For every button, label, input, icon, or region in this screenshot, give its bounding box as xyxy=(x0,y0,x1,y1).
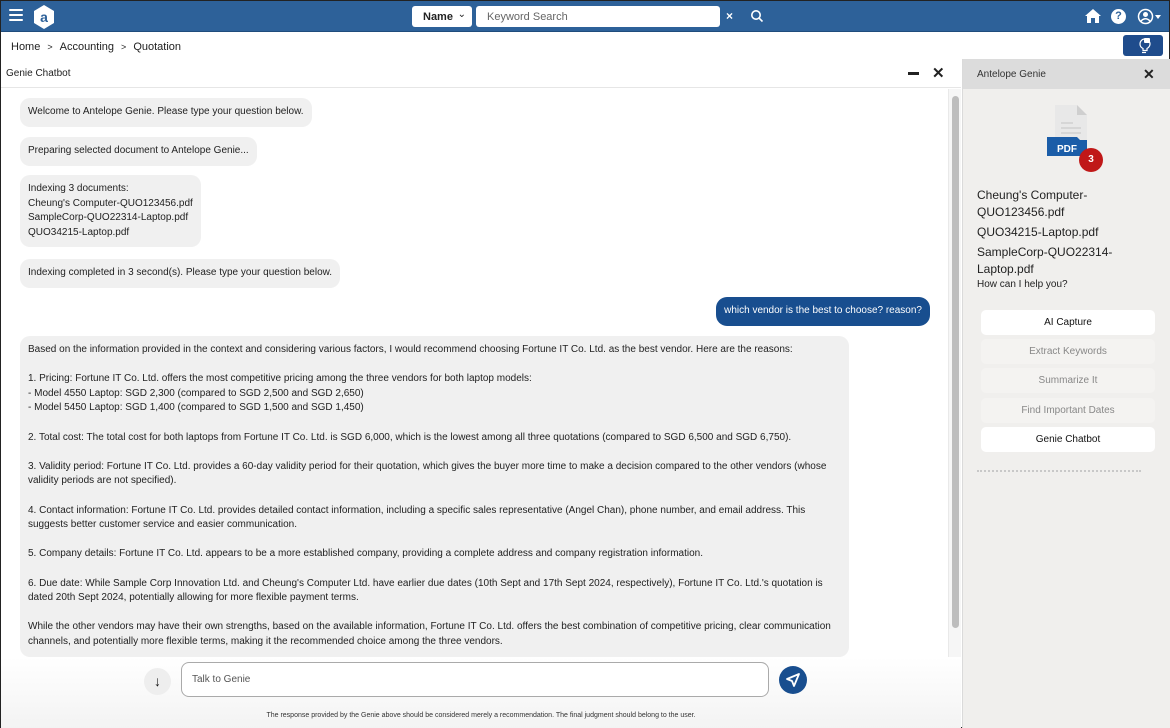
user-account-icon[interactable] xyxy=(1137,8,1163,25)
divider xyxy=(977,470,1141,472)
svg-text:PDF: PDF xyxy=(1057,144,1077,155)
genie-panel-header: Antelope Genie ✕ xyxy=(963,59,1170,89)
bot-message: Welcome to Antelope Genie. Please type y… xyxy=(20,98,312,127)
menu-icon[interactable] xyxy=(9,9,23,23)
svg-text:a: a xyxy=(40,9,48,25)
breadcrumb-home[interactable]: Home xyxy=(11,41,40,53)
close-chatbot-icon[interactable]: ✕ xyxy=(932,64,945,82)
chat-input-area: ↓ The response provided by the Genie abo… xyxy=(1,657,961,728)
ai-capture-button[interactable]: AI Capture xyxy=(981,310,1155,335)
genie-chatbot-button[interactable]: Genie Chatbot xyxy=(981,427,1155,452)
bot-message: Indexing completed in 3 second(s). Pleas… xyxy=(20,259,341,288)
chatbot-header: Genie Chatbot ✕ xyxy=(1,59,961,88)
antelope-genie-panel: Antelope Genie ✕ PDF 3 Cheung's Computer… xyxy=(962,59,1170,728)
search-field-value: Name xyxy=(423,11,453,23)
help-prompt: How can I help you? xyxy=(977,279,1068,290)
disclaimer-text: The response provided by the Genie above… xyxy=(266,712,696,719)
home-icon[interactable] xyxy=(1084,8,1102,24)
send-button[interactable] xyxy=(779,666,807,694)
send-icon xyxy=(786,673,800,687)
app-logo[interactable]: a xyxy=(33,5,55,29)
search-field-select[interactable]: Name ⌄ xyxy=(412,6,472,27)
indexed-file-list: Cheung's Computer-QUO123456.pdf QUO34215… xyxy=(977,187,1167,281)
chat-message-list: Welcome to Antelope Genie. Please type y… xyxy=(1,89,947,657)
bot-message: Indexing 3 documents: Cheung's Computer-… xyxy=(20,175,201,248)
breadcrumb-quotation[interactable]: Quotation xyxy=(133,41,181,53)
help-icon[interactable]: ? xyxy=(1111,9,1126,24)
minimize-icon[interactable] xyxy=(908,72,919,75)
search-icon[interactable] xyxy=(750,9,764,23)
find-important-dates-button[interactable]: Find Important Dates xyxy=(981,398,1155,423)
breadcrumb: Home > Accounting > Quotation xyxy=(11,41,181,53)
breadcrumb-separator: > xyxy=(47,42,53,52)
summarize-it-button[interactable]: Summarize It xyxy=(981,368,1155,393)
extract-keywords-button[interactable]: Extract Keywords xyxy=(981,339,1155,364)
keyword-search-input[interactable] xyxy=(476,6,720,27)
chat-scrollbar[interactable] xyxy=(948,89,961,664)
genie-toggle-button[interactable] xyxy=(1123,35,1163,56)
user-message: which vendor is the best to choose? reas… xyxy=(716,297,930,326)
close-panel-icon[interactable]: ✕ xyxy=(1143,66,1155,83)
genie-panel-title: Antelope Genie xyxy=(977,69,1046,80)
chevron-down-icon: ⌄ xyxy=(457,9,466,20)
scroll-down-arrow-icon[interactable]: ↓ xyxy=(144,668,171,695)
file-item[interactable]: SampleCorp-QUO22314-Laptop.pdf xyxy=(977,244,1167,278)
clear-search-icon[interactable]: × xyxy=(726,9,733,23)
chatbot-title: Genie Chatbot xyxy=(6,68,71,79)
lightbulb-icon xyxy=(1139,38,1151,54)
file-item[interactable]: Cheung's Computer-QUO123456.pdf xyxy=(977,187,1167,221)
document-count-badge: 3 xyxy=(1079,148,1103,172)
bot-answer-message: Based on the information provided in the… xyxy=(20,336,849,657)
chat-scrollbar-thumb[interactable] xyxy=(952,96,959,628)
top-navigation-bar: a Name ⌄ × ? xyxy=(1,1,1169,32)
file-item[interactable]: QUO34215-Laptop.pdf xyxy=(977,224,1167,241)
talk-to-genie-input[interactable] xyxy=(181,662,769,697)
breadcrumb-accounting[interactable]: Accounting xyxy=(60,41,114,53)
breadcrumb-separator: > xyxy=(121,42,127,52)
bot-message: Preparing selected document to Antelope … xyxy=(20,137,257,166)
